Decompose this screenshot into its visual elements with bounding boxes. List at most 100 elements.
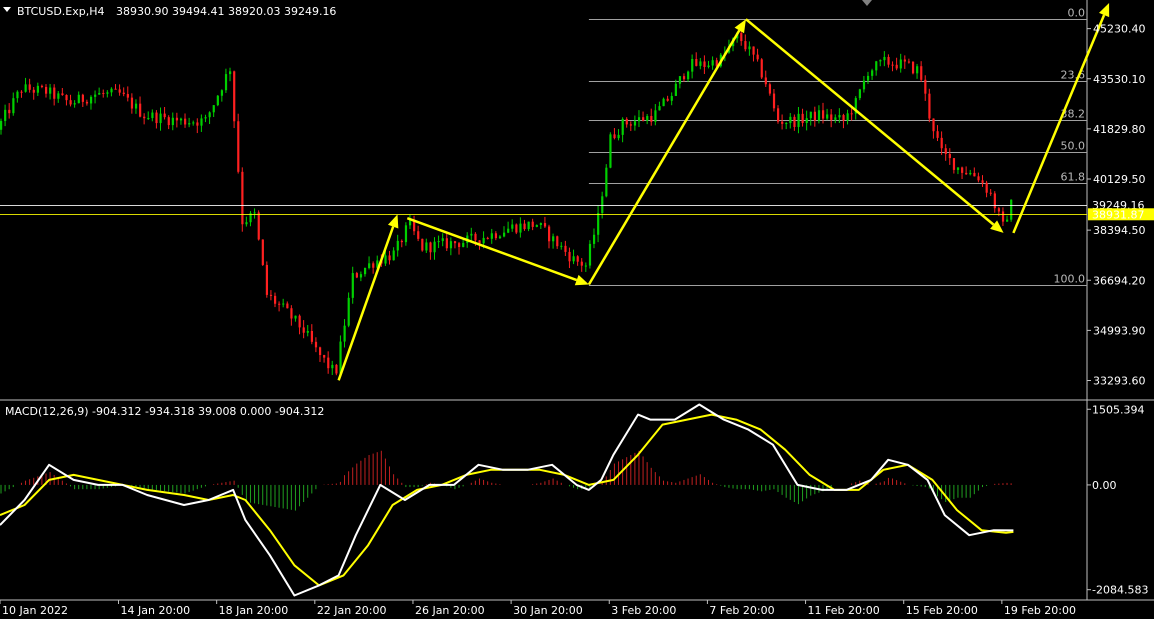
- candle-body: [903, 59, 906, 62]
- candle-body: [106, 92, 109, 94]
- candle-body: [61, 93, 64, 96]
- axes: 45230.40 43530.10 41829.80 40129.50 38394.50…: [0, 23, 1154, 617]
- candle-body: [12, 98, 15, 114]
- candle-body: [875, 61, 878, 71]
- macd-indicator: [0, 403, 1014, 597]
- candle-body: [179, 118, 183, 121]
- candle-body: [44, 86, 48, 94]
- candle-body: [404, 225, 408, 243]
- candle-body: [224, 74, 228, 91]
- candle-body: [617, 134, 620, 139]
- candle-body: [658, 106, 661, 111]
- candle-body: [474, 233, 477, 241]
- price-tick-label: 33293.60: [1093, 375, 1146, 388]
- macd-tick-label: 1505.394: [1092, 403, 1145, 416]
- candle-body: [65, 95, 68, 101]
- price-tick-label: 34993.90: [1093, 324, 1146, 337]
- candle-body: [772, 93, 776, 109]
- candle-body: [625, 118, 628, 125]
- price-tick-label: 38394.50: [1093, 224, 1146, 237]
- candle-body: [866, 75, 870, 81]
- candle-body: [49, 87, 52, 94]
- candle-body: [703, 61, 706, 68]
- trading-chart[interactable]: 0.023.638.250.061.8100.0 45230.40 43530.1…: [0, 0, 1154, 619]
- candle-body: [351, 273, 354, 298]
- candle-body: [421, 238, 424, 251]
- candle-body: [265, 264, 269, 295]
- candle-body: [597, 213, 600, 235]
- candle-body: [993, 193, 996, 209]
- price-tick-label: 40129.50: [1093, 173, 1146, 186]
- macd-tick-label: -2084.583: [1092, 584, 1148, 597]
- candle-body: [834, 117, 837, 120]
- candle-body: [8, 109, 11, 114]
- candle-body: [768, 84, 772, 94]
- candle-body: [805, 118, 808, 123]
- candle-body: [605, 167, 608, 197]
- candle-body: [531, 221, 534, 227]
- candle-body: [973, 172, 976, 177]
- candle-body: [543, 223, 547, 227]
- fibonacci-retracement[interactable]: 0.023.638.250.061.8100.0: [588, 7, 1087, 286]
- candle-body: [175, 117, 179, 121]
- candle-body: [494, 233, 498, 239]
- candle-body: [809, 111, 812, 119]
- candle-body: [916, 66, 919, 74]
- macd-main-line: [0, 403, 1014, 597]
- candle-body: [363, 267, 367, 275]
- price-tick-label: 45230.40: [1093, 23, 1146, 36]
- candle-body: [695, 59, 698, 66]
- candle-body: [425, 242, 428, 251]
- candle-body: [196, 122, 199, 126]
- macd-signal-line: [0, 413, 1014, 587]
- candle-body: [57, 93, 60, 99]
- candle-body: [580, 261, 583, 266]
- candle-body: [621, 118, 624, 135]
- candle-body: [269, 294, 273, 296]
- candle-body: [797, 113, 800, 127]
- time-tick-label: 11 Feb 20:00: [808, 604, 880, 617]
- candle-body: [944, 148, 947, 155]
- trend-arrow-head: [387, 214, 399, 229]
- candle-body: [748, 46, 751, 50]
- candle-body: [760, 59, 763, 78]
- candle-body: [441, 238, 444, 242]
- price-marker-label: 38931.87: [1092, 208, 1145, 221]
- candle-body: [73, 103, 76, 105]
- candle-body: [28, 84, 31, 90]
- candle-body: [318, 347, 322, 356]
- candle-body: [752, 46, 755, 55]
- annotation-arrows[interactable]: [337, 3, 1110, 381]
- candle-body: [637, 117, 641, 122]
- candle-body: [69, 100, 72, 105]
- candle-body: [666, 98, 669, 101]
- candle-body: [977, 176, 980, 181]
- candle-body: [94, 94, 97, 97]
- candle-body: [143, 116, 146, 119]
- candle-body: [400, 240, 403, 243]
- candle-body: [1001, 211, 1005, 222]
- candle-body: [286, 303, 289, 309]
- candle-body: [139, 103, 142, 117]
- candle-body: [879, 60, 882, 62]
- candle-body: [556, 236, 559, 247]
- candle-body: [498, 236, 502, 239]
- candle-body: [789, 116, 792, 124]
- candle-body: [53, 87, 56, 99]
- time-tick-label: 14 Jan 20:00: [121, 604, 191, 617]
- candle-body: [20, 91, 23, 93]
- chart-frame: [0, 0, 1154, 601]
- candle-body: [392, 250, 395, 261]
- candle-body: [682, 76, 686, 80]
- candle-body: [114, 88, 117, 90]
- candle-body: [343, 325, 346, 342]
- chart-menu-icon[interactable]: [3, 7, 11, 12]
- candle-body: [629, 124, 632, 126]
- trend-arrow-head: [574, 274, 589, 286]
- candle-body: [674, 83, 677, 96]
- candle-body: [552, 236, 555, 242]
- candle-body: [237, 121, 240, 172]
- price-tick-label: 43530.10: [1093, 73, 1146, 86]
- candle-body: [928, 93, 931, 119]
- candle-body: [997, 208, 1001, 212]
